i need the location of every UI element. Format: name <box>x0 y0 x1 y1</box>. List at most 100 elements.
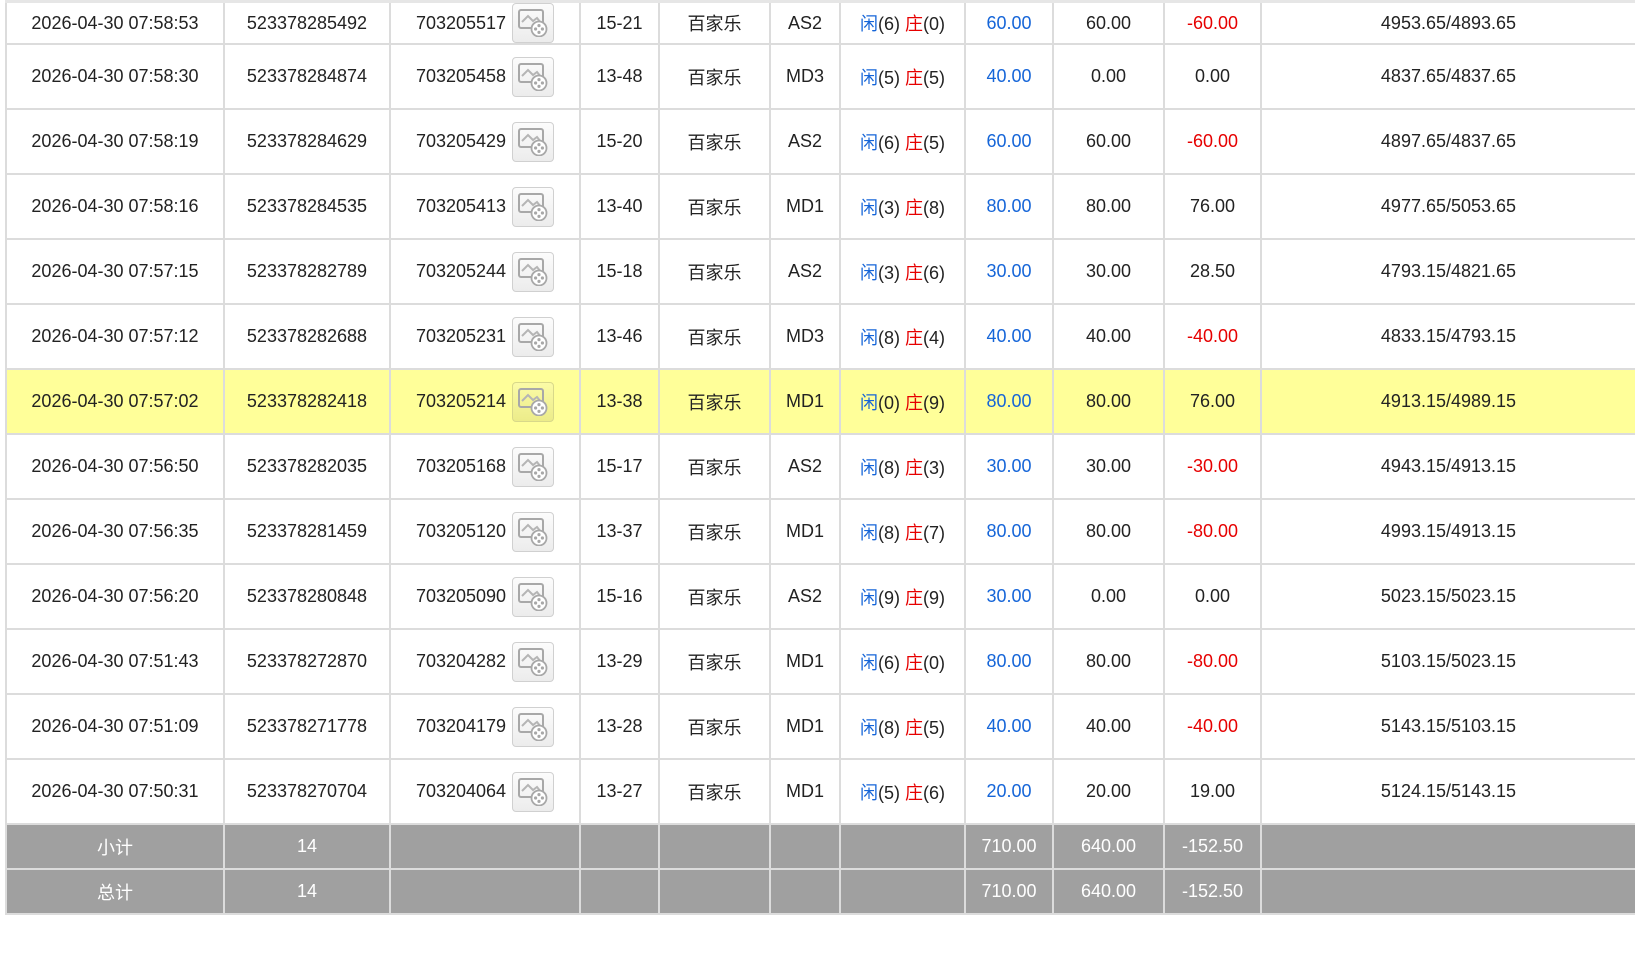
win-loss: 28.50 <box>1163 238 1262 305</box>
game-name: 百家乐 <box>658 303 771 370</box>
video-replay-icon-svg <box>518 192 548 221</box>
game-id-cell: 703205244 <box>389 238 581 305</box>
table-row: 2026-04-30 07:51:09 523378271778 703204179… <box>5 693 1635 760</box>
win-loss: -60.00 <box>1163 108 1262 175</box>
game-id-cell: 703205429 <box>389 108 581 175</box>
player-label: 闲 <box>860 67 878 88</box>
table-row: 2026-04-30 07:57:12 523378282688 703205231… <box>5 303 1635 370</box>
balance: 5143.15/5103.15 <box>1260 693 1635 760</box>
game-name: 百家乐 <box>658 0 771 45</box>
table-number: 15-21 <box>579 0 660 45</box>
video-replay-icon[interactable] <box>512 771 555 812</box>
bet-amount: 60.00 <box>964 108 1054 175</box>
table-number: 13-40 <box>579 173 660 240</box>
video-replay-icon[interactable] <box>512 186 555 227</box>
player-points: (8) <box>878 327 900 348</box>
bet-amount: 40.00 <box>964 693 1054 760</box>
bet-id: 523378284629 <box>223 108 391 175</box>
valid-bet: 0.00 <box>1052 43 1165 110</box>
bet-time: 2026-04-30 07:56:20 <box>5 563 225 630</box>
bet-time: 2026-04-30 07:56:50 <box>5 433 225 500</box>
video-replay-icon[interactable] <box>512 121 555 162</box>
game-id: 703205090 <box>415 586 507 606</box>
hall-code: MD1 <box>769 368 841 435</box>
bet-time: 2026-04-30 07:58:19 <box>5 108 225 175</box>
video-replay-icon-svg <box>518 127 548 156</box>
subtotal-bet: 710.00 <box>964 823 1054 870</box>
game-id: 703205120 <box>415 521 507 541</box>
hall-code: AS2 <box>769 238 841 305</box>
player-label: 闲 <box>860 197 878 218</box>
table-row: 2026-04-30 07:58:16 523378284535 703205413… <box>5 173 1635 240</box>
banker-points: (8) <box>923 197 945 218</box>
player-label: 闲 <box>860 717 878 738</box>
banker-label: 庄 <box>905 14 923 34</box>
valid-bet: 30.00 <box>1052 433 1165 500</box>
balance: 5023.15/5023.15 <box>1260 563 1635 630</box>
table-number: 13-29 <box>579 628 660 695</box>
table-number: 15-20 <box>579 108 660 175</box>
banker-label: 庄 <box>905 457 923 478</box>
video-replay-icon-svg <box>518 322 548 351</box>
game-name: 百家乐 <box>658 238 771 305</box>
game-id: 703204179 <box>415 716 507 736</box>
video-replay-icon-svg <box>518 387 548 416</box>
video-replay-icon[interactable] <box>512 4 555 43</box>
subtotal-win: -152.50 <box>1163 823 1262 870</box>
game-result: 闲(6) 庄(5) <box>839 108 966 175</box>
valid-bet: 60.00 <box>1052 0 1165 45</box>
total-win: -152.50 <box>1163 868 1262 915</box>
game-id-cell: 703204064 <box>389 758 581 825</box>
valid-bet: 80.00 <box>1052 498 1165 565</box>
game-result: 闲(8) 庄(5) <box>839 693 966 760</box>
subtotal-count: 14 <box>223 823 391 870</box>
bet-time: 2026-04-30 07:51:09 <box>5 693 225 760</box>
player-points: (5) <box>878 782 900 803</box>
game-result: 闲(8) 庄(3) <box>839 433 966 500</box>
total-valid: 640.00 <box>1052 868 1165 915</box>
video-replay-icon[interactable] <box>512 56 555 97</box>
win-loss: -40.00 <box>1163 693 1262 760</box>
video-replay-icon[interactable] <box>512 446 555 487</box>
banker-points: (0) <box>923 652 945 673</box>
table-number: 13-46 <box>579 303 660 370</box>
game-id-cell: 703205214 <box>389 368 581 435</box>
player-label: 闲 <box>860 327 878 348</box>
banker-label: 庄 <box>905 782 923 803</box>
win-loss: -80.00 <box>1163 628 1262 695</box>
game-id: 703205214 <box>415 391 507 411</box>
game-id-cell: 703205231 <box>389 303 581 370</box>
valid-bet: 20.00 <box>1052 758 1165 825</box>
bet-amount: 30.00 <box>964 433 1054 500</box>
game-name: 百家乐 <box>658 433 771 500</box>
player-points: (3) <box>878 262 900 283</box>
bet-time: 2026-04-30 07:57:15 <box>5 238 225 305</box>
bet-id: 523378271778 <box>223 693 391 760</box>
hall-code: MD1 <box>769 498 841 565</box>
video-replay-icon[interactable] <box>512 381 555 422</box>
bet-amount: 40.00 <box>964 43 1054 110</box>
bet-time: 2026-04-30 07:58:16 <box>5 173 225 240</box>
table-number: 13-38 <box>579 368 660 435</box>
banker-points: (4) <box>923 327 945 348</box>
video-replay-icon-svg <box>518 647 548 676</box>
video-replay-icon[interactable] <box>512 316 555 357</box>
video-replay-icon[interactable] <box>512 641 555 682</box>
video-replay-icon[interactable] <box>512 576 555 617</box>
player-label: 闲 <box>860 262 878 283</box>
video-replay-icon[interactable] <box>512 251 555 292</box>
game-id-cell: 703205120 <box>389 498 581 565</box>
video-replay-icon[interactable] <box>512 706 555 747</box>
banker-points: (6) <box>923 782 945 803</box>
player-label: 闲 <box>860 522 878 543</box>
player-points: (6) <box>878 652 900 673</box>
video-replay-icon-svg <box>518 517 548 546</box>
win-loss: 0.00 <box>1163 43 1262 110</box>
balance: 5124.15/5143.15 <box>1260 758 1635 825</box>
bet-id: 523378280848 <box>223 563 391 630</box>
game-id: 703205429 <box>415 131 507 151</box>
game-result: 闲(6) 庄(0) <box>839 628 966 695</box>
video-replay-icon[interactable] <box>512 511 555 552</box>
video-replay-icon-svg <box>518 582 548 611</box>
game-id: 703205458 <box>415 66 507 86</box>
